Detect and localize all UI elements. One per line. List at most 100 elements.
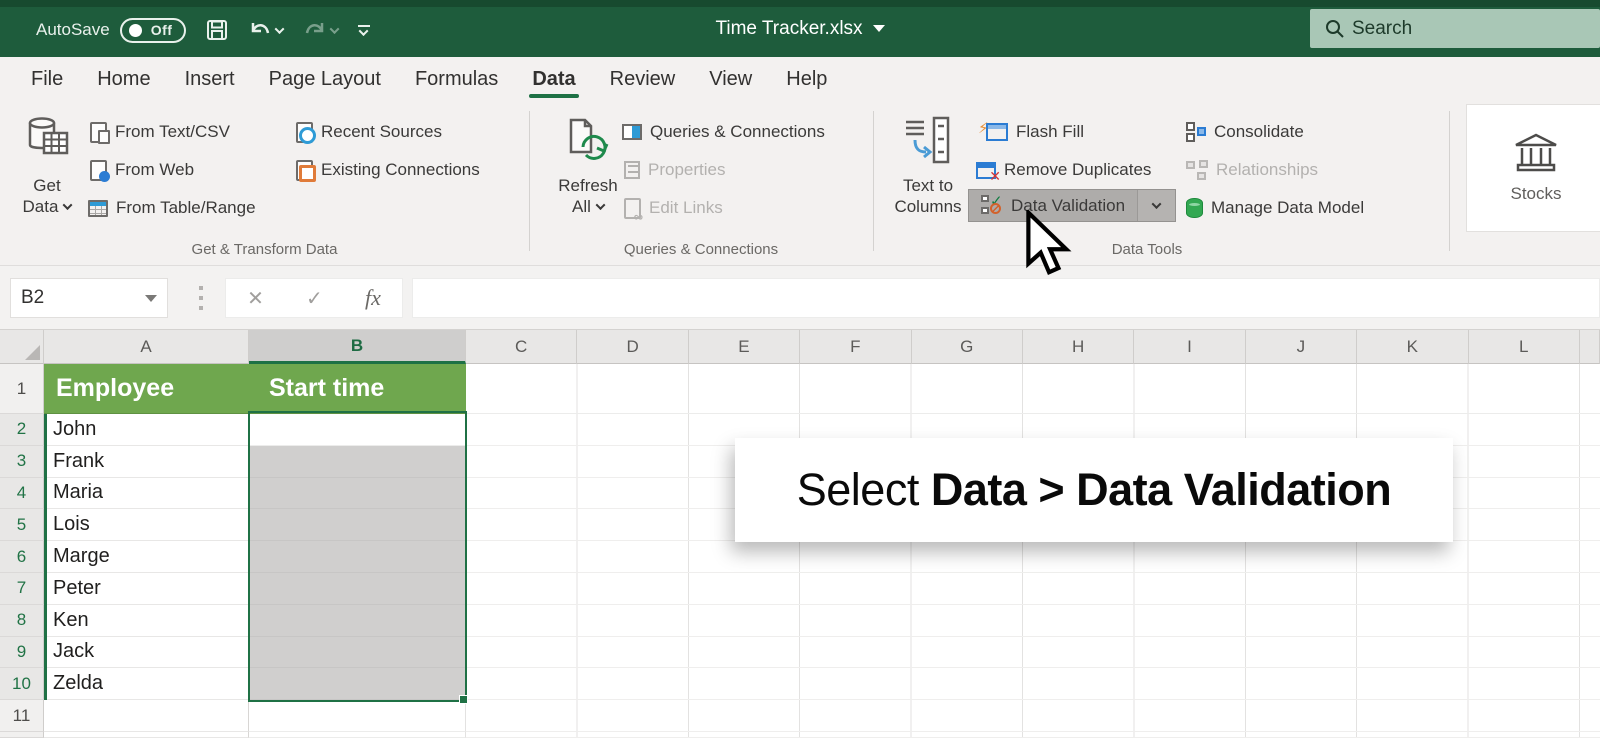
- search-input[interactable]: Search: [1310, 9, 1600, 48]
- enter-button[interactable]: ✓: [306, 286, 323, 311]
- autosave-switch[interactable]: Off: [120, 18, 186, 43]
- cell-b1[interactable]: Start time: [249, 364, 466, 414]
- cell-a8[interactable]: Ken: [44, 605, 249, 637]
- column-header-e[interactable]: E: [689, 330, 800, 364]
- data-validation-dropdown[interactable]: [1137, 190, 1175, 221]
- recent-sources-button[interactable]: Recent Sources: [296, 118, 442, 146]
- row-header-4[interactable]: 4: [0, 478, 44, 510]
- cell-b7[interactable]: [249, 573, 466, 605]
- cell-b6[interactable]: [249, 541, 466, 573]
- row-header-6[interactable]: 6: [0, 541, 44, 573]
- empty-cells[interactable]: [466, 700, 1600, 732]
- row-header-11[interactable]: 11: [0, 700, 44, 732]
- cell-a5[interactable]: Lois: [44, 509, 249, 541]
- cell-b11[interactable]: [249, 700, 466, 732]
- column-header-d[interactable]: D: [577, 330, 688, 364]
- empty-cells[interactable]: [466, 637, 1600, 669]
- cell-b9[interactable]: [249, 637, 466, 669]
- cell-a4[interactable]: Maria: [44, 478, 249, 510]
- stocks-button[interactable]: Stocks: [1466, 104, 1600, 232]
- cell-a7[interactable]: Peter: [44, 573, 249, 605]
- tab-file[interactable]: File: [14, 57, 80, 101]
- cell-b3[interactable]: [249, 446, 466, 478]
- cell-a6[interactable]: Marge: [44, 541, 249, 573]
- undo-button[interactable]: [248, 19, 283, 41]
- undo-dropdown-icon[interactable]: [274, 24, 284, 34]
- column-header-a[interactable]: A: [44, 330, 249, 364]
- autosave-toggle[interactable]: AutoSave Off: [36, 18, 186, 43]
- cell-b2-active[interactable]: [249, 414, 466, 446]
- column-header-c[interactable]: C: [466, 330, 577, 364]
- tab-help[interactable]: Help: [769, 57, 844, 101]
- cell-b4[interactable]: [249, 478, 466, 510]
- column-header-h[interactable]: H: [1023, 330, 1134, 364]
- row-header-10[interactable]: 10: [0, 668, 44, 700]
- refresh-all-button[interactable]: Refresh All: [545, 109, 631, 217]
- customize-toolbar-button[interactable]: [358, 25, 370, 36]
- cell-a10[interactable]: Zelda: [44, 668, 249, 700]
- manage-data-model-button[interactable]: Manage Data Model: [1186, 194, 1364, 222]
- tab-page-layout[interactable]: Page Layout: [252, 57, 398, 101]
- column-header-b[interactable]: B: [249, 330, 466, 364]
- queries-connections-button[interactable]: Queries & Connections: [622, 118, 825, 146]
- empty-cells[interactable]: [466, 364, 1600, 414]
- row-header-1[interactable]: 1: [0, 364, 44, 414]
- tab-home[interactable]: Home: [80, 57, 167, 101]
- cancel-button[interactable]: ✕: [247, 286, 264, 311]
- column-header-f[interactable]: F: [800, 330, 911, 364]
- empty-cells[interactable]: [466, 668, 1600, 700]
- cell-a3[interactable]: Frank: [44, 446, 249, 478]
- empty-cells[interactable]: [466, 605, 1600, 637]
- tab-view[interactable]: View: [692, 57, 769, 101]
- autosave-label: AutoSave: [36, 20, 110, 40]
- row-header-5[interactable]: 5: [0, 509, 44, 541]
- sheet-row-partial: [0, 732, 1600, 738]
- formula-input[interactable]: [412, 278, 1600, 318]
- cell-a11[interactable]: [44, 700, 249, 732]
- remove-duplicates-button[interactable]: Remove Duplicates: [976, 156, 1151, 184]
- from-table-range-button[interactable]: From Table/Range: [88, 194, 256, 222]
- get-data-button[interactable]: Get Data: [8, 109, 86, 217]
- column-header-l[interactable]: L: [1469, 330, 1580, 364]
- cell-b8[interactable]: [249, 605, 466, 637]
- row-header-2[interactable]: 2: [0, 414, 44, 446]
- row-header-9[interactable]: 9: [0, 637, 44, 669]
- save-button[interactable]: [206, 19, 228, 41]
- flash-fill-button[interactable]: Flash Fill: [976, 118, 1084, 146]
- column-header-g[interactable]: G: [912, 330, 1023, 364]
- document-title-text: Time Tracker.xlsx: [715, 18, 862, 40]
- cell-b10[interactable]: [249, 668, 466, 700]
- text-to-columns-button[interactable]: Text to Columns: [888, 109, 968, 217]
- tab-formulas[interactable]: Formulas: [398, 57, 515, 101]
- name-box-dropdown-icon[interactable]: [145, 295, 157, 302]
- column-header-j[interactable]: J: [1246, 330, 1357, 364]
- consolidate-button[interactable]: Consolidate: [1186, 118, 1304, 146]
- from-text-csv-button[interactable]: From Text/CSV: [90, 118, 230, 146]
- row-header-8[interactable]: 8: [0, 605, 44, 637]
- column-header-k[interactable]: K: [1357, 330, 1468, 364]
- manage-data-model-icon: [1186, 198, 1203, 218]
- customize-toolbar-icon: [358, 25, 370, 36]
- cell-a9[interactable]: Jack: [44, 637, 249, 669]
- cell-a1[interactable]: Employee: [44, 364, 249, 414]
- empty-cells[interactable]: [466, 573, 1600, 605]
- empty-cells: [466, 732, 1600, 738]
- tab-review[interactable]: Review: [593, 57, 693, 101]
- existing-connections-button[interactable]: Existing Connections: [296, 156, 480, 184]
- tab-data[interactable]: Data: [515, 57, 592, 101]
- empty-cells[interactable]: [466, 541, 1600, 573]
- stocks-label: Stocks: [1510, 184, 1561, 204]
- insert-function-button[interactable]: fx: [365, 285, 381, 311]
- column-header-i[interactable]: I: [1134, 330, 1245, 364]
- select-all-button[interactable]: [0, 330, 44, 364]
- tab-insert[interactable]: Insert: [168, 57, 252, 101]
- search-icon: [1324, 18, 1346, 40]
- callout-bold-text: Data > Data Validation: [931, 464, 1391, 516]
- properties-button: Properties: [624, 156, 725, 184]
- row-header-3[interactable]: 3: [0, 446, 44, 478]
- from-web-button[interactable]: From Web: [90, 156, 194, 184]
- name-box[interactable]: B2: [10, 278, 168, 318]
- cell-b5[interactable]: [249, 509, 466, 541]
- row-header-7[interactable]: 7: [0, 573, 44, 605]
- cell-a2[interactable]: John: [44, 414, 249, 446]
